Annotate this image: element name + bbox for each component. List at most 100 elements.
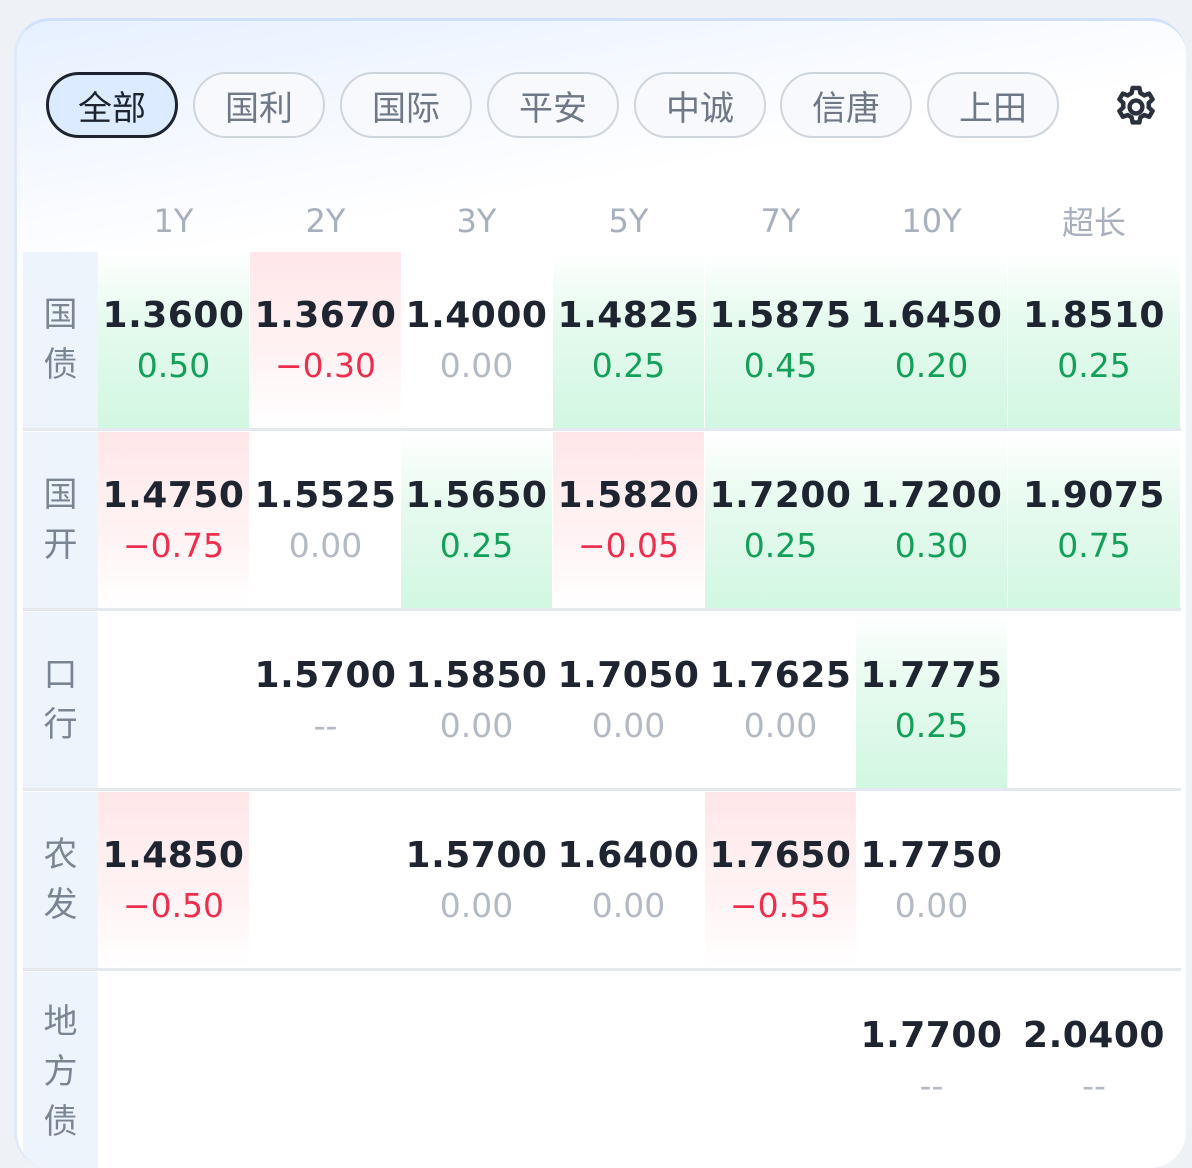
quote-cell[interactable]: 1.9075 0.75 [1008,432,1180,608]
yield-change: 0.00 [439,346,514,385]
quote-cell[interactable]: 1.7200 0.30 [856,432,1007,608]
yield-change: 0.25 [439,526,514,565]
row-label: 国债 [23,252,98,428]
row-label: 国开 [23,432,98,608]
yield-change: 0.75 [1057,526,1131,565]
yield-change: 0.00 [743,706,818,745]
quote-cell[interactable]: 1.4850 −0.50 [98,792,249,968]
yield-rate: 1.7050 [557,655,700,696]
yield-rate: 1.7700 [860,1015,1003,1056]
column-header: 3Y [456,202,497,240]
quote-cell[interactable]: 1.7625 0.00 [705,612,856,788]
tab-5[interactable]: 中诚 [634,72,766,138]
quote-cell[interactable]: 2.0400 -- [1008,972,1180,1148]
quote-cell[interactable]: 1.6400 0.00 [553,792,704,968]
quote-cell[interactable]: 1.7200 0.25 [705,432,856,608]
yield-change: −0.30 [274,346,377,385]
row-label-char: 农 [43,835,78,875]
quote-cell[interactable]: 1.3670 −0.30 [250,252,401,428]
yield-change: 0.00 [439,706,514,745]
yield-rate: 1.4825 [557,295,700,336]
quote-cell[interactable]: 1.3600 0.50 [98,252,249,428]
row-label-char: 发 [43,885,78,925]
yield-change: 0.25 [1057,346,1131,385]
yield-change: −0.55 [729,886,832,925]
column-header: 10Y [901,202,962,240]
row-divider [23,788,1181,791]
yield-change: 0.00 [894,886,969,925]
quote-cell[interactable]: 1.5525 0.00 [250,432,401,608]
yield-change: 0.25 [894,706,969,745]
yield-rate: 1.5850 [405,655,548,696]
row-label: 农发 [23,792,98,968]
yield-change: 0.50 [136,346,211,385]
quote-cell[interactable]: 1.7700 -- [856,972,1007,1148]
yield-rate: 1.4750 [102,475,245,516]
row-label: 口行 [23,612,98,788]
yield-rate: 1.5700 [254,655,397,696]
quote-cell[interactable]: 1.7650 −0.55 [705,792,856,968]
row-label-char: 口 [43,655,78,695]
yield-change: 0.20 [894,346,969,385]
bond-quote-card: 全部 国利 国际 平安 中诚 信唐 上田 1Y 2Y 3Y 5Y 7Y 10Y 超长国债 1.3600 0.… [14,18,1186,1168]
row-label-char: 债 [43,345,78,385]
yield-rate: 1.5820 [557,475,700,516]
tab-6[interactable]: 信唐 [780,72,912,138]
row-label-char: 方 [43,1052,78,1092]
yield-rate: 1.7200 [709,475,852,516]
column-header: 1Y [153,202,194,240]
broker-tabs: 全部 国利 国际 平安 中诚 信唐 上田 [17,21,1186,161]
quote-cell[interactable]: 1.8510 0.25 [1008,252,1180,428]
row-label-char: 债 [43,1102,78,1142]
column-header: 7Y [760,202,801,240]
row-label-char: 国 [43,475,78,515]
gear-icon[interactable] [1112,83,1160,131]
yield-rate: 1.4850 [102,835,245,876]
tab-2[interactable]: 国利 [193,72,325,138]
tab-7[interactable]: 上田 [927,72,1059,138]
quote-cell[interactable]: 1.5700 -- [250,612,401,788]
yield-rate: 1.6450 [860,295,1003,336]
yield-change: −0.05 [577,526,680,565]
quote-cell[interactable]: 1.4750 −0.75 [98,432,249,608]
yield-rate: 1.3600 [102,295,245,336]
column-header: 5Y [608,202,649,240]
yield-rate: 1.7750 [860,835,1003,876]
quote-cell[interactable]: 1.4000 0.00 [401,252,552,428]
yield-change: 0.30 [894,526,969,565]
quote-cell[interactable]: 1.6450 0.20 [856,252,1007,428]
yield-change: 0.00 [591,706,666,745]
yield-rate: 1.7775 [860,655,1003,696]
column-header: 2Y [305,202,346,240]
yield-rate: 1.7200 [860,475,1003,516]
yield-rate: 1.6400 [557,835,700,876]
quote-cell[interactable]: 1.5700 0.00 [401,792,552,968]
quote-cell[interactable]: 1.7050 0.00 [553,612,704,788]
quote-cell[interactable]: 1.5820 −0.05 [553,432,704,608]
tab-3[interactable]: 国际 [340,72,472,138]
quote-cell[interactable]: 1.7775 0.25 [856,612,1007,788]
quote-cell[interactable]: 1.5875 0.45 [705,252,856,428]
yield-rate: 1.5875 [709,295,852,336]
yield-rate: 1.5525 [254,475,397,516]
yield-change: −0.50 [122,886,225,925]
quote-cell[interactable]: 1.5650 0.25 [401,432,552,608]
row-label-char: 地 [43,1002,78,1042]
quote-cell[interactable]: 1.7750 0.00 [856,792,1007,968]
yield-rate: 2.0400 [1023,1015,1165,1056]
yield-rate: 1.7625 [709,655,852,696]
row-label: 地方债 [23,972,98,1168]
yield-change: 0.00 [439,886,514,925]
tab-1[interactable]: 全部 [46,72,178,138]
tab-4[interactable]: 平安 [487,72,619,138]
quote-cell[interactable]: 1.4825 0.25 [553,252,704,428]
quote-cell[interactable]: 1.5850 0.00 [401,612,552,788]
yield-rate: 1.3670 [254,295,397,336]
row-label-char: 开 [43,525,78,565]
row-divider [23,968,1181,971]
yield-rate: 1.7650 [709,835,852,876]
yield-rate: 1.8510 [1023,295,1165,336]
yield-change: -- [313,706,338,745]
yield-change: 0.00 [288,526,363,565]
row-label-char: 行 [43,705,78,745]
